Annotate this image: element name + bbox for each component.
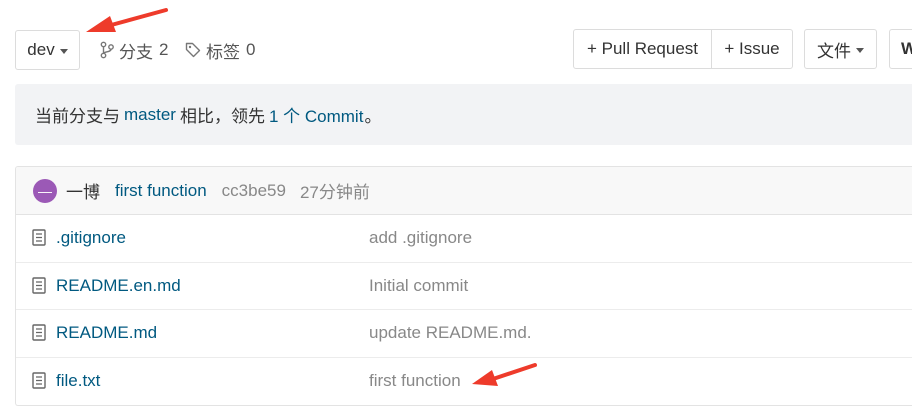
commit-author[interactable]: 一博 [66, 178, 100, 203]
avatar[interactable]: — [33, 178, 57, 203]
file-icon [32, 229, 46, 246]
file-commit-message[interactable]: Initial commit [369, 276, 468, 296]
tags-count: 0 [246, 40, 256, 59]
branch-name: dev [27, 40, 55, 59]
commit-message-link[interactable]: first function [115, 181, 207, 201]
banner-middle: 相比，领先 [179, 107, 265, 126]
table-row: README.md update README.md. [16, 310, 912, 358]
latest-commit-row: — 一博 first function cc3be59 27分钟前 [16, 167, 912, 215]
banner-suffix: 。 [364, 107, 382, 126]
branches-count: 2 [159, 40, 169, 59]
new-pull-request-button[interactable]: + Pull Request [574, 30, 712, 68]
new-issue-button[interactable]: + Issue [712, 30, 792, 68]
table-row: .gitignore add .gitignore [16, 215, 912, 263]
branches-link[interactable]: 分支 2 [100, 30, 168, 70]
table-row: README.en.md Initial commit [16, 263, 912, 310]
table-row: file.txt first function [16, 358, 912, 406]
branch-select-button[interactable]: dev [15, 30, 80, 70]
banner-prefix: 当前分支与 [35, 107, 120, 126]
chevron-down-icon [856, 47, 864, 53]
pr-issue-button-group: + Pull Request + Issue [573, 29, 793, 69]
web-ide-button[interactable]: W [889, 29, 912, 69]
repo-page: dev 分支 2 标签 0 + Pull Request + Issue 文件 … [0, 0, 912, 407]
branches-label: 分支 [119, 42, 153, 62]
file-name-link[interactable]: file.txt [56, 371, 100, 391]
file-name-link[interactable]: .gitignore [56, 228, 126, 248]
chevron-down-icon [59, 48, 68, 54]
branch-icon [100, 41, 114, 59]
base-branch-link[interactable]: master [124, 105, 176, 125]
file-icon [32, 277, 46, 294]
tags-label: 标签 [206, 42, 240, 62]
tag-icon [185, 42, 201, 58]
file-commit-message[interactable]: update README.md. [369, 323, 532, 343]
commit-time: 27分钟前 [299, 183, 370, 202]
ahead-commits-link[interactable]: 1 个 Commit [269, 102, 363, 127]
file-menu-button[interactable]: 文件 [804, 29, 877, 69]
file-commit-message[interactable]: first function [369, 371, 461, 391]
commit-sha[interactable]: cc3be59 [222, 181, 286, 201]
file-menu-label: 文件 [817, 41, 851, 61]
file-name-link[interactable]: README.md [56, 323, 157, 343]
file-commit-message[interactable]: add .gitignore [369, 228, 472, 248]
file-name-link[interactable]: README.en.md [56, 276, 181, 296]
repo-toolbar: dev 分支 2 标签 0 + Pull Request + Issue 文件 … [0, 28, 912, 70]
file-icon [32, 324, 46, 341]
file-icon [32, 372, 46, 389]
tags-link[interactable]: 标签 0 [185, 30, 255, 70]
file-list: — 一博 first function cc3be59 27分钟前 .gitig… [15, 166, 912, 406]
branch-compare-banner: 当前分支与 master 相比，领先 1 个 Commit 。 [15, 84, 912, 145]
web-ide-label: W [901, 39, 912, 58]
